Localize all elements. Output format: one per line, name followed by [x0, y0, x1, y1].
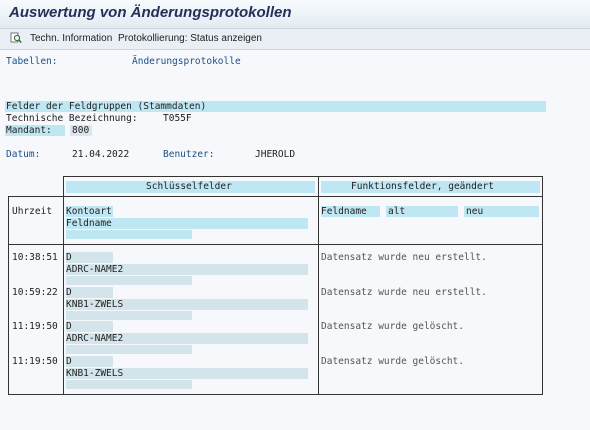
col-header-kontoart: Kontoart — [66, 206, 112, 217]
row-feldname: ADRC-NAME2 — [66, 333, 124, 344]
protokollierung-status-button[interactable]: Protokollierung: Status anzeigen — [118, 33, 262, 44]
techname-value: T055F — [163, 113, 192, 124]
date-label: Datum: — [6, 149, 41, 160]
col-header-time: Uhrzeit — [12, 206, 53, 217]
title-bar: Auswertung von Änderungsprotokollen — [0, 0, 590, 29]
tables-value: Änderungsprotokolle — [132, 56, 241, 67]
col-header-new: neu — [466, 206, 484, 217]
row-kontoart: D — [66, 356, 72, 367]
key-fields-header: Schlüsselfelder — [146, 181, 232, 192]
user-value: JHEROLD — [255, 149, 296, 160]
row-feldname: KNB1-ZWELS — [66, 299, 124, 310]
client-label: Mandant: — [6, 125, 52, 136]
row-feldname: ADRC-NAME2 — [66, 264, 124, 275]
row-time: 10:59:22 — [12, 287, 58, 298]
row-time: 11:19:50 — [12, 321, 58, 332]
user-label: Benutzer: — [163, 149, 215, 160]
client-value: 800 — [72, 125, 90, 136]
techn-information-button[interactable]: Techn. Information — [30, 33, 112, 44]
row-status-text: Datensatz wurde gelöscht. — [321, 356, 464, 367]
row-feldname: KNB1-ZWELS — [66, 368, 124, 379]
row-status-text: Datensatz wurde gelöscht. — [321, 321, 464, 332]
row-kontoart: D — [66, 252, 72, 263]
row-time: 11:19:50 — [12, 356, 58, 367]
function-fields-header: Funktionsfelder, geändert — [351, 181, 494, 192]
row-status-text: Datensatz wurde neu erstellt. — [321, 252, 487, 263]
col-header-func-field: Feldname — [321, 206, 367, 217]
row-kontoart: D — [66, 287, 72, 298]
col-header-old: alt — [388, 206, 406, 217]
row-kontoart: D — [66, 321, 72, 332]
magnifier-document-icon[interactable] — [10, 32, 22, 44]
application-toolbar: Techn. Information Protokollierung: Stat… — [0, 29, 590, 50]
window-title: Auswertung von Änderungsprotokollen — [9, 4, 292, 21]
tables-label: Tabellen: — [6, 56, 58, 67]
group-title: Felder der Feldgruppen (Stammdaten) — [6, 101, 207, 112]
row-time: 10:38:51 — [12, 252, 58, 263]
report-list: Tabellen: Änderungsprotokolle Felder der… — [0, 50, 590, 430]
row-status-text: Datensatz wurde neu erstellt. — [321, 287, 487, 298]
techname-label: Technische Bezeichnung: — [6, 113, 138, 124]
col-header-feldname: Feldname — [66, 218, 112, 229]
date-value: 21.04.2022 — [72, 149, 130, 160]
